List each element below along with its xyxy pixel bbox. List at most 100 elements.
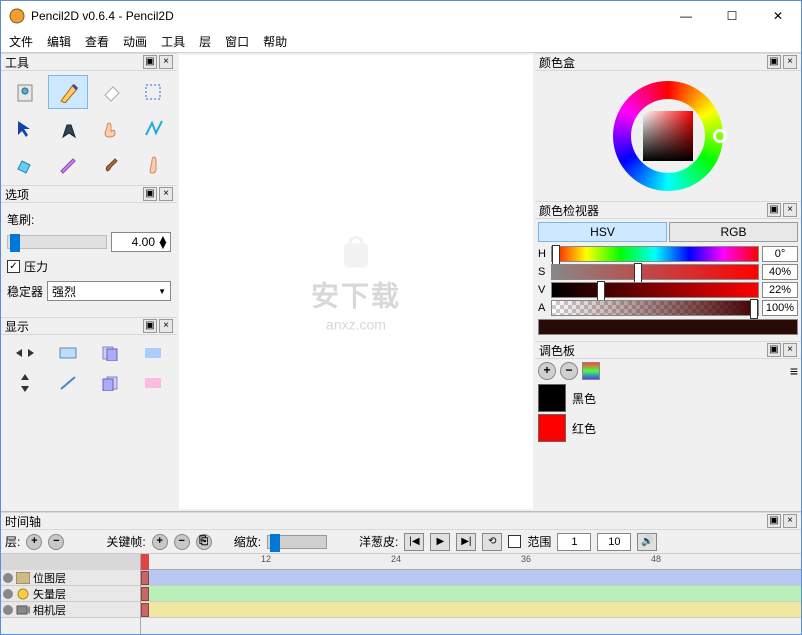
layer-row[interactable]: 相机层: [1, 602, 140, 618]
close-panel-icon[interactable]: ×: [159, 187, 173, 201]
outlines-button[interactable]: [48, 369, 89, 397]
mirror-v-button[interactable]: [5, 369, 46, 397]
close-button[interactable]: ✕: [763, 9, 793, 23]
menu-tools[interactable]: 工具: [161, 33, 185, 50]
hand-tool[interactable]: [90, 111, 131, 145]
tab-rgb[interactable]: RGB: [669, 222, 798, 242]
colorbox-title: 颜色盒: [539, 54, 767, 71]
stabilizer-combo[interactable]: 强烈 ▼: [47, 281, 171, 301]
visibility-icon[interactable]: [3, 589, 13, 599]
maximize-button[interactable]: ☐: [717, 9, 747, 23]
add-keyframe-button[interactable]: +: [152, 534, 168, 550]
hue-value[interactable]: 0°: [762, 246, 798, 262]
visibility-icon[interactable]: [3, 605, 13, 615]
loop-button[interactable]: ⟲: [482, 533, 502, 551]
menu-file[interactable]: 文件: [9, 33, 33, 50]
palette-item[interactable]: 红色: [538, 413, 798, 443]
menu-edit[interactable]: 编辑: [47, 33, 71, 50]
onion-red-button[interactable]: [133, 369, 174, 397]
brush-tool[interactable]: [90, 147, 131, 181]
saturation-slider[interactable]: [551, 264, 759, 280]
undock-icon[interactable]: ▣: [767, 203, 781, 217]
brush-size-slider[interactable]: [7, 235, 107, 249]
menu-view[interactable]: 查看: [85, 33, 109, 50]
saturation-value[interactable]: 40%: [762, 264, 798, 280]
bucket-tool[interactable]: [5, 147, 46, 181]
undock-icon[interactable]: ▣: [767, 343, 781, 357]
palette-item[interactable]: 黑色: [538, 383, 798, 413]
thin-lines-button[interactable]: [48, 339, 89, 367]
value-value[interactable]: 22%: [762, 282, 798, 298]
display-panel-title: 显示: [5, 318, 143, 335]
palette-grid-button[interactable]: [582, 362, 600, 380]
undock-icon[interactable]: ▣: [143, 319, 157, 333]
mirror-h-button[interactable]: [5, 339, 46, 367]
add-color-button[interactable]: +: [538, 362, 556, 380]
eraser-tool[interactable]: [90, 75, 131, 109]
layer-row[interactable]: 位图层: [1, 570, 140, 586]
range-end-input[interactable]: 10: [597, 533, 631, 551]
color-square[interactable]: [643, 111, 693, 161]
tab-hsv[interactable]: HSV: [538, 222, 667, 242]
canvas[interactable]: 安下载 anxz.com: [179, 55, 533, 509]
undock-icon[interactable]: ▣: [767, 55, 781, 69]
close-panel-icon[interactable]: ×: [783, 514, 797, 528]
last-frame-button[interactable]: ▶|: [456, 533, 476, 551]
menu-layer[interactable]: 层: [199, 33, 211, 50]
undock-icon[interactable]: ▣: [143, 187, 157, 201]
keyframe[interactable]: [141, 603, 149, 617]
duplicate-keyframe-button[interactable]: ⎘: [196, 534, 212, 550]
alpha-value[interactable]: 100%: [762, 300, 798, 316]
pen-tool[interactable]: [48, 111, 89, 145]
close-panel-icon[interactable]: ×: [783, 343, 797, 357]
timeline-tracks[interactable]: 12 24 36 48: [141, 554, 801, 634]
play-button[interactable]: ▶: [430, 533, 450, 551]
keyframe[interactable]: [141, 587, 149, 601]
onion-prev-button[interactable]: [90, 339, 131, 367]
range-checkbox[interactable]: [508, 535, 521, 548]
keyframe[interactable]: [141, 571, 149, 585]
palette-item-label: 红色: [572, 420, 596, 437]
color-preview: [538, 319, 798, 335]
remove-layer-button[interactable]: −: [48, 534, 64, 550]
close-panel-icon[interactable]: ×: [783, 55, 797, 69]
value-slider[interactable]: [551, 282, 759, 298]
smudge-tool[interactable]: [133, 147, 174, 181]
undock-icon[interactable]: ▣: [767, 514, 781, 528]
hue-slider[interactable]: [551, 246, 759, 262]
visibility-icon[interactable]: [3, 573, 13, 583]
layer-row[interactable]: 矢量层: [1, 586, 140, 602]
hue-cursor[interactable]: [713, 129, 727, 143]
playhead[interactable]: [141, 554, 149, 570]
undock-icon[interactable]: ▣: [143, 55, 157, 69]
onion-next-button[interactable]: [90, 369, 131, 397]
first-frame-button[interactable]: |◀: [404, 533, 424, 551]
close-panel-icon[interactable]: ×: [783, 203, 797, 217]
close-panel-icon[interactable]: ×: [159, 55, 173, 69]
menu-window[interactable]: 窗口: [225, 33, 249, 50]
brush-size-input[interactable]: 4.00 ▲▼: [111, 232, 171, 252]
clear-tool[interactable]: [5, 75, 46, 109]
alpha-slider[interactable]: [551, 300, 759, 316]
move-tool[interactable]: [5, 111, 46, 145]
sound-button[interactable]: 🔊: [637, 533, 657, 551]
close-panel-icon[interactable]: ×: [159, 319, 173, 333]
add-layer-button[interactable]: +: [26, 534, 42, 550]
zoom-slider[interactable]: [267, 535, 327, 549]
timeline-ruler[interactable]: 12 24 36 48: [141, 554, 801, 570]
eyedropper-tool[interactable]: [48, 147, 89, 181]
minimize-button[interactable]: —: [671, 9, 701, 23]
polyline-tool[interactable]: [133, 111, 174, 145]
palette-menu-icon[interactable]: ≡: [790, 363, 798, 379]
select-tool[interactable]: [133, 75, 174, 109]
range-start-input[interactable]: 1: [557, 533, 591, 551]
onion-blue-button[interactable]: [133, 339, 174, 367]
remove-keyframe-button[interactable]: −: [174, 534, 190, 550]
pencil-tool[interactable]: [48, 75, 89, 109]
pressure-checkbox[interactable]: ✓: [7, 260, 20, 273]
menu-animation[interactable]: 动画: [123, 33, 147, 50]
color-wheel[interactable]: [613, 81, 723, 191]
remove-color-button[interactable]: −: [560, 362, 578, 380]
menu-help[interactable]: 帮助: [263, 33, 287, 50]
inspector-title: 颜色检视器: [539, 202, 767, 219]
